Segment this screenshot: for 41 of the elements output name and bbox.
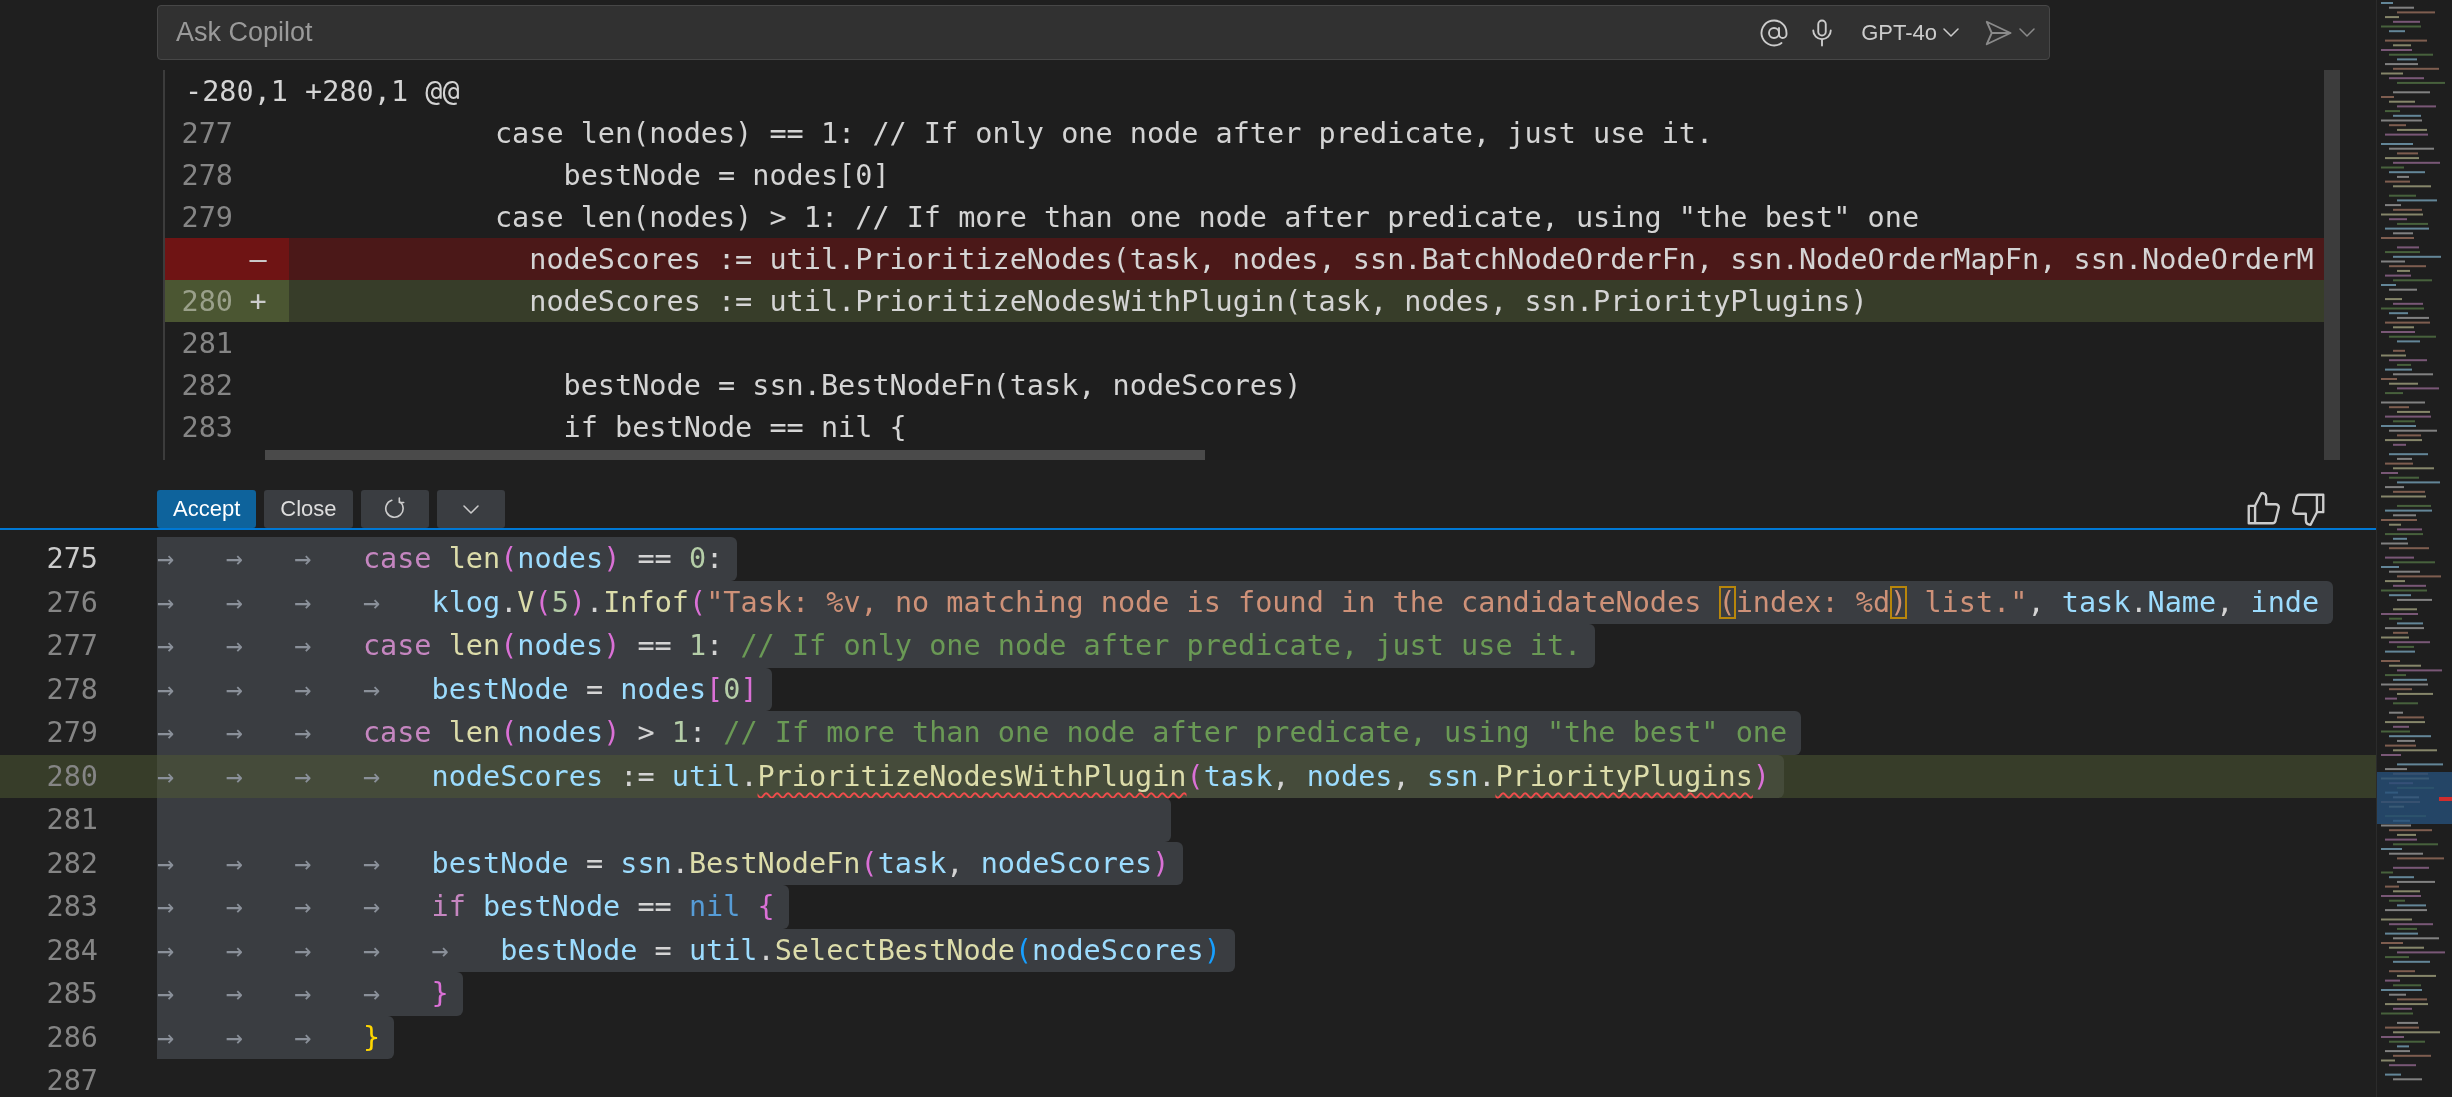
line-number: 275: [45, 542, 98, 576]
line-number: 280: [181, 284, 233, 318]
line-number: 281: [45, 803, 98, 837]
at-icon: [1759, 17, 1790, 48]
scrollbar[interactable]: [265, 450, 1205, 460]
line-number: 283: [181, 410, 233, 444]
close-button[interactable]: Close: [264, 490, 353, 528]
code-line: case len(nodes) == 1: // If only one node after predicate, just use it.: [493, 116, 1714, 150]
chat-input[interactable]: Ask Copilot GPT-4o: [157, 5, 2050, 60]
line-number: 286: [45, 1020, 98, 1054]
line-number: 282: [45, 846, 98, 880]
line-number: 276: [45, 585, 98, 619]
scrollbar[interactable]: [2324, 70, 2340, 460]
line-number: 285: [45, 977, 98, 1011]
line-number: 284: [45, 933, 98, 967]
code-line: bestNode = nodes[0]: [562, 158, 890, 192]
line-number: 278: [181, 158, 233, 192]
diff-sign: –: [249, 242, 267, 276]
line-number: 277: [181, 116, 233, 150]
code-line: case len(nodes) > 1: // If more than one node after predicate, using "the best" one: [493, 200, 1920, 234]
diff-hunk-header: -280,1 +280,1 @@: [185, 74, 460, 108]
accept-button[interactable]: Accept: [157, 490, 257, 528]
code-line: nodeScores := util.PrioritizeNodes(task, nodes, ssn.BatchNodeOrderFn, ssn.NodeOrderMapFn, ssn.NodeOrderM: [528, 242, 2314, 276]
line-number: 278: [45, 672, 98, 706]
line-number: 279: [45, 716, 98, 750]
line-number: 282: [181, 368, 233, 402]
line-number: 280: [45, 759, 98, 793]
line-number: 283: [45, 890, 98, 924]
code-line: if bestNode == nil {: [562, 410, 907, 444]
code-line: nodeScores := util.PrioritizeNodesWithPlugin(task, nodes, ssn.PriorityPlugins): [528, 284, 1868, 318]
regenerate-button[interactable]: [360, 490, 429, 528]
mention-button[interactable]: [1759, 17, 1790, 48]
code-line: bestNode = ssn.BestNodeFn(task, nodeScores): [562, 368, 1302, 402]
chevron-down-icon: [1943, 28, 1959, 37]
line-number: 277: [45, 629, 98, 663]
line-number: 281: [181, 326, 233, 360]
line-number: 287: [45, 1064, 98, 1097]
line-number: 279: [181, 200, 233, 234]
model-picker[interactable]: GPT-4o: [1855, 19, 1965, 46]
chevron-down-icon: [2019, 28, 2035, 37]
diff-sign: +: [249, 284, 267, 318]
